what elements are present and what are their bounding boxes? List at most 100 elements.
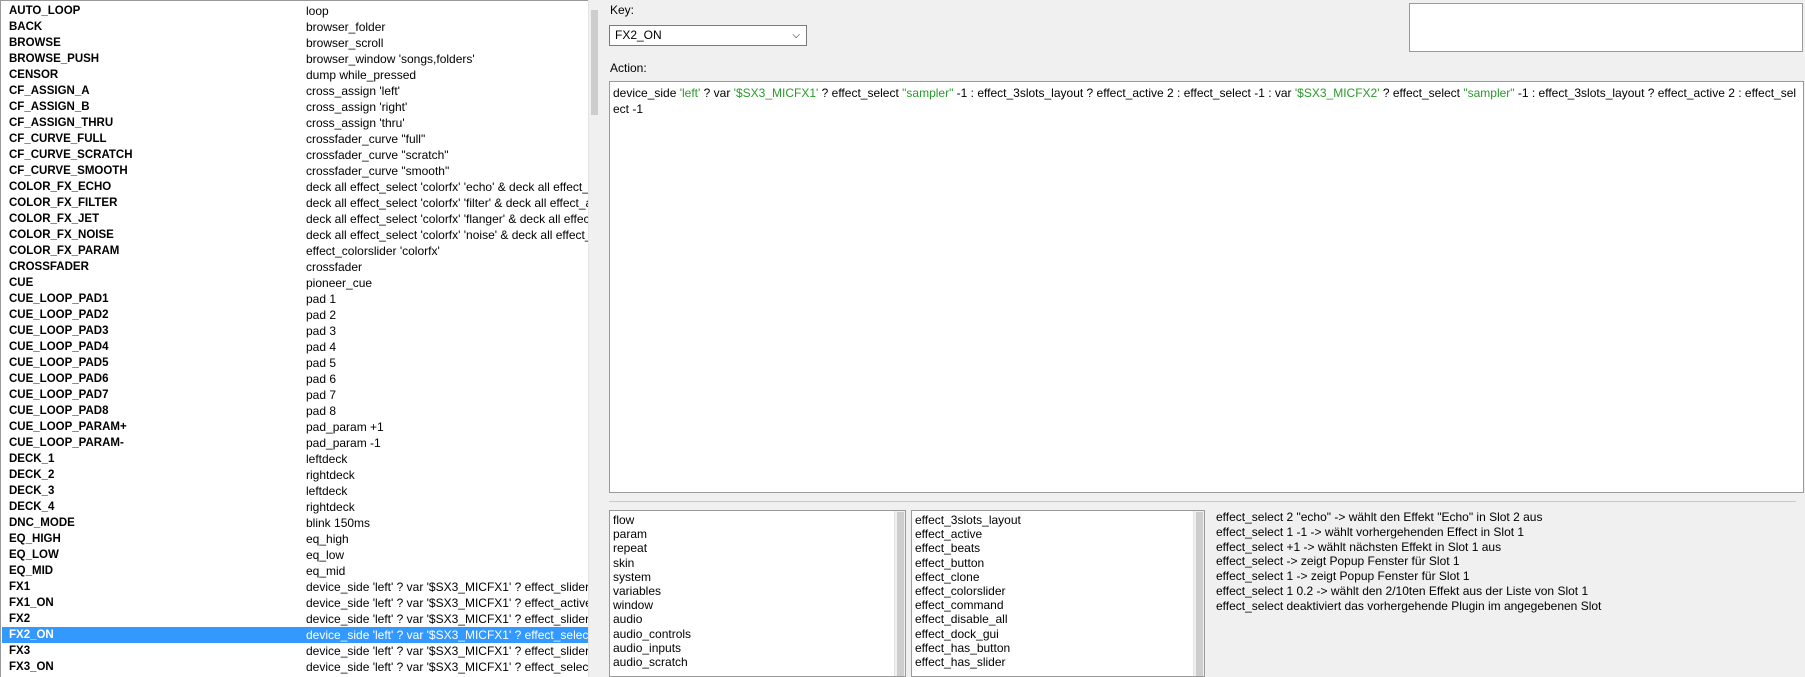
command-item[interactable]: effect_beats xyxy=(915,540,980,556)
mapping-key: EQ_MID xyxy=(9,565,54,577)
category-item[interactable]: audio_inputs xyxy=(613,640,681,656)
mapping-row[interactable]: COLOR_FX_FILTER deck all effect_select 'c… xyxy=(2,195,589,211)
mapping-row[interactable]: CROSSFADER crossfader xyxy=(2,259,589,275)
category-item[interactable]: audio_scratch xyxy=(613,654,688,670)
mapping-row[interactable]: EQ_LOW eq_low xyxy=(2,547,589,563)
mapping-key: CF_CURVE_SMOOTH xyxy=(9,165,128,177)
mapping-row[interactable]: CUE_LOOP_PAD6 pad 6 xyxy=(2,371,589,387)
mapping-key: CUE_LOOP_PAD7 xyxy=(9,389,109,401)
notes-field[interactable] xyxy=(1409,3,1803,52)
mapping-row[interactable]: DECK_1 leftdeck xyxy=(2,451,589,467)
mapping-row[interactable]: CF_ASSIGN_A cross_assign 'left' xyxy=(2,83,589,99)
mapping-row[interactable]: FX2_ON device_side 'left' ? var '$SX3_MIC… xyxy=(2,627,589,643)
command-list-scrollbar[interactable] xyxy=(1193,511,1204,676)
mapping-row[interactable]: FX2 device_side 'left' ? var '$SX3_MICFX1… xyxy=(2,611,589,627)
mapping-row[interactable]: CUE_LOOP_PAD4 pad 4 xyxy=(2,339,589,355)
action-text: ? var xyxy=(700,86,734,100)
command-item[interactable]: effect_command xyxy=(915,597,1004,613)
command-item[interactable]: effect_colorslider xyxy=(915,583,1006,599)
mapping-key: CUE_LOOP_PARAM- xyxy=(9,437,124,449)
mapping-row[interactable]: DECK_3 leftdeck xyxy=(2,483,589,499)
mapping-action: device_side 'left' ? var '$SX3_MICFX1' ?… xyxy=(306,612,589,626)
category-item[interactable]: audio xyxy=(613,611,642,627)
mapping-row[interactable]: FX3_ON device_side 'left' ? var '$SX3_MIC… xyxy=(2,659,589,675)
command-list[interactable]: effect_has_slider effect_has_button effect… xyxy=(911,510,1205,677)
mapping-row[interactable]: CUE_LOOP_PAD3 pad 3 xyxy=(2,323,589,339)
mapping-row[interactable]: CUE_LOOP_PAD1 pad 1 xyxy=(2,291,589,307)
mapping-row[interactable]: COLOR_FX_PARAM effect_colorslider 'colorf… xyxy=(2,243,589,259)
category-list-scrollbar[interactable] xyxy=(894,511,905,676)
mapping-row[interactable]: CUE_LOOP_PAD5 pad 5 xyxy=(2,355,589,371)
mapping-row[interactable]: EQ_HIGH eq_high xyxy=(2,531,589,547)
category-item[interactable]: window xyxy=(613,597,653,613)
mapping-row[interactable]: CENSOR dump while_pressed xyxy=(2,67,589,83)
mapping-row[interactable]: CUE_LOOP_PAD2 pad 2 xyxy=(2,307,589,323)
mapping-key: DNC_MODE xyxy=(9,517,75,529)
mapping-key: COLOR_FX_FILTER xyxy=(9,197,118,209)
action-string-literal: 'left' xyxy=(679,86,701,100)
mapping-row[interactable]: DNC_MODE blink 150ms xyxy=(2,515,589,531)
command-item[interactable]: effect_3slots_layout xyxy=(915,512,1021,528)
command-item[interactable]: effect_has_slider xyxy=(915,654,1006,670)
mapping-row[interactable]: DECK_4 rightdeck xyxy=(2,499,589,515)
mapping-row[interactable]: COLOR_FX_NOISE deck all effect_select 'co… xyxy=(2,227,589,243)
mapping-list[interactable]: AUTO_LOOP loop BACK browser_folder BROWSE bro… xyxy=(0,0,600,677)
mapping-row[interactable]: FX1_ON device_side 'left' ? var '$SX3_MIC… xyxy=(2,595,589,611)
category-list[interactable]: audio_scratch audio_inputs audio_controls a… xyxy=(609,510,906,677)
mapping-action: cross_assign 'right' xyxy=(306,100,408,114)
mapping-row[interactable]: CUE_LOOP_PARAM-pad_param -1 xyxy=(2,435,589,451)
mapping-row[interactable]: CUE_LOOP_PAD8 pad 8 xyxy=(2,403,589,419)
category-item[interactable]: variables xyxy=(613,583,661,599)
category-item[interactable]: repeat xyxy=(613,540,647,556)
mapping-key: FX2 xyxy=(9,613,31,625)
category-item[interactable]: audio_controls xyxy=(613,626,691,642)
command-item[interactable]: effect_disable_all xyxy=(915,611,1008,627)
mapping-row[interactable]: CUE pioneer_cue xyxy=(2,275,589,291)
mapping-key: FX2_ON xyxy=(9,629,54,641)
mapping-row[interactable]: FX3 device_side 'left' ? var '$SX3_MICFX1… xyxy=(2,643,589,659)
action-string-literal: '$SX3_MICFX1' xyxy=(733,86,819,100)
mapping-action: pioneer_cue xyxy=(306,276,373,290)
command-item[interactable]: effect_clone xyxy=(915,569,980,585)
mapping-row[interactable]: CF_CURVE_FULL crossfader_curve "full" xyxy=(2,131,589,147)
mapping-key: BROWSE_PUSH xyxy=(9,53,100,65)
mapping-row[interactable]: CF_CURVE_SCRATCH crossfader_curve "scratc… xyxy=(2,147,589,163)
help-line: effect_select +1 -> wählt nächsten Effek… xyxy=(1216,539,1502,554)
mapping-row[interactable]: COLOR_FX_JET deck all effect_select 'colo… xyxy=(2,211,589,227)
mapping-row[interactable]: COLOR_FX_ECHO deck all effect_select 'col… xyxy=(2,179,589,195)
scrollbar-thumb[interactable] xyxy=(1196,512,1203,676)
mapping-row[interactable]: FX1 device_side 'left' ? var '$SX3_MICFX1… xyxy=(2,579,589,595)
mapping-row[interactable]: AUTO_LOOP loop xyxy=(2,3,589,19)
category-item[interactable]: system xyxy=(613,569,651,585)
mapping-row[interactable]: CF_ASSIGN_THRU cross_assign 'thru' xyxy=(2,115,589,131)
command-item[interactable]: effect_has_button xyxy=(915,640,1010,656)
mapping-row[interactable]: BROWSE_PUSH browser_window 'songs,folders… xyxy=(2,51,589,67)
action-editor[interactable]: device_side 'left' ? var '$SX3_MICFX1' ?… xyxy=(609,81,1804,493)
action-string-literal: '$SX3_MICFX2' xyxy=(1294,86,1380,100)
mapping-action: eq_mid xyxy=(306,564,346,578)
mapping-row[interactable]: DECK_2 rightdeck xyxy=(2,467,589,483)
mapping-row[interactable]: EQ_MID eq_mid xyxy=(2,563,589,579)
mapping-action: pad 8 xyxy=(306,404,337,418)
category-item[interactable]: param xyxy=(613,526,647,542)
command-item[interactable]: effect_active xyxy=(915,526,982,542)
scrollbar-thumb[interactable] xyxy=(591,10,598,115)
command-item[interactable]: effect_dock_gui xyxy=(915,626,999,642)
mapping-row[interactable]: CUE_LOOP_PARAM+ pad_param +1 xyxy=(2,419,589,435)
category-item[interactable]: skin xyxy=(613,555,634,571)
key-select[interactable]: FX2_ON ⌵ xyxy=(609,25,807,46)
mapping-row[interactable]: BROWSE browser_scroll xyxy=(2,35,589,51)
splitter[interactable] xyxy=(600,0,608,677)
chevron-down-icon[interactable]: ⌵ xyxy=(792,26,800,45)
scrollbar-thumb[interactable] xyxy=(897,512,904,676)
mapping-row[interactable]: CF_CURVE_SMOOTH crossfader_curve "smooth" xyxy=(2,163,589,179)
mapping-action: browser_window 'songs,folders' xyxy=(306,52,475,66)
mapping-action: browser_scroll xyxy=(306,36,384,50)
category-item[interactable]: flow xyxy=(613,512,634,528)
mapping-list-scrollbar[interactable] xyxy=(588,0,600,677)
mapping-row[interactable]: CUE_LOOP_PAD7 pad 7 xyxy=(2,387,589,403)
mapping-row[interactable]: BACK browser_folder xyxy=(2,19,589,35)
mapping-key: CENSOR xyxy=(9,69,59,81)
command-item[interactable]: effect_button xyxy=(915,555,984,571)
mapping-row[interactable]: CF_ASSIGN_B cross_assign 'right' xyxy=(2,99,589,115)
